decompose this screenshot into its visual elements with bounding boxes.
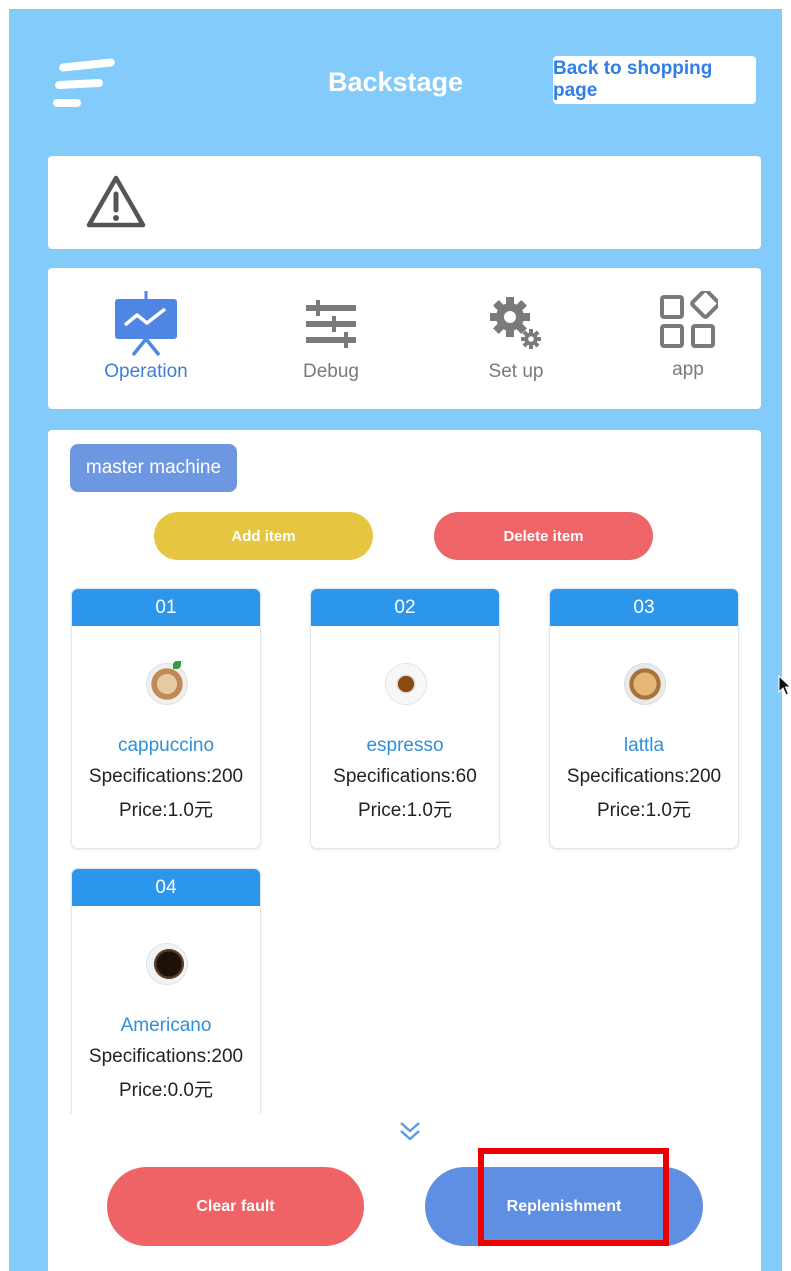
product-spec: Specifications:60 (333, 766, 477, 787)
tab-operation-label: Operation (104, 361, 188, 382)
americano-image (147, 944, 187, 984)
tab-setup[interactable]: Set up (446, 268, 586, 409)
clear-fault-button[interactable]: Clear fault (107, 1167, 364, 1246)
cappuccino-image (147, 664, 187, 704)
highlight-box (478, 1148, 669, 1246)
product-price: Price:1.0元 (358, 800, 452, 821)
product-name: espresso (366, 735, 444, 756)
product-card-03[interactable]: 03 lattla Specifications:200 Price:1.0元 (549, 588, 739, 849)
product-grid: 01 cappuccino Specifications:200 Price:1… (48, 580, 761, 1114)
product-card-02[interactable]: 02 espresso Specifications:60 Price:1.0元 (310, 588, 500, 849)
product-price: Price:1.0元 (119, 800, 213, 821)
backstage-screen: Backstage Back to shopping page Operatio… (9, 9, 782, 1271)
product-spec: Specifications:200 (566, 766, 722, 787)
operation-board-icon (115, 291, 177, 357)
product-card-01[interactable]: 01 cappuccino Specifications:200 Price:1… (71, 588, 261, 849)
gears-icon (490, 297, 541, 349)
product-spec: Specifications:200 (88, 1046, 244, 1067)
add-item-button[interactable]: Add item (154, 512, 373, 560)
product-number: 01 (72, 589, 260, 626)
function-tabs: Operation Debug Set up app (48, 268, 761, 409)
espresso-image (386, 664, 426, 704)
warning-icon (86, 175, 146, 228)
product-number: 04 (72, 869, 260, 906)
product-number: 02 (311, 589, 499, 626)
tab-app-label: app (672, 359, 704, 380)
latte-image (625, 664, 665, 704)
product-number: 03 (550, 589, 738, 626)
tab-app[interactable]: app (618, 268, 758, 409)
product-price: Price:1.0元 (597, 800, 691, 821)
product-name: lattla (623, 735, 665, 756)
expand-more-icon[interactable] (397, 1118, 423, 1144)
tab-debug-label: Debug (303, 361, 359, 382)
tab-operation[interactable]: Operation (76, 268, 216, 409)
leaf-garnish (173, 661, 181, 669)
sliders-icon (306, 300, 356, 348)
delete-item-button[interactable]: Delete item (434, 512, 653, 560)
master-machine-button[interactable]: master machine (70, 444, 237, 492)
tab-setup-label: Set up (488, 361, 544, 382)
tab-debug[interactable]: Debug (261, 268, 401, 409)
apps-grid-icon (660, 291, 718, 348)
product-panel: master machine Add item Delete item 01 c… (48, 430, 761, 1271)
back-to-shopping-button[interactable]: Back to shopping page (553, 56, 756, 104)
mouse-cursor-icon (778, 675, 791, 696)
product-spec: Specifications:200 (88, 766, 244, 787)
product-card-04[interactable]: 04 Americano Specifications:200 Price:0.… (71, 868, 261, 1114)
fault-status-card (48, 156, 761, 249)
product-name: cappuccino (117, 735, 215, 756)
product-name: Americano (120, 1015, 212, 1036)
product-price: Price:0.0元 (119, 1080, 213, 1101)
